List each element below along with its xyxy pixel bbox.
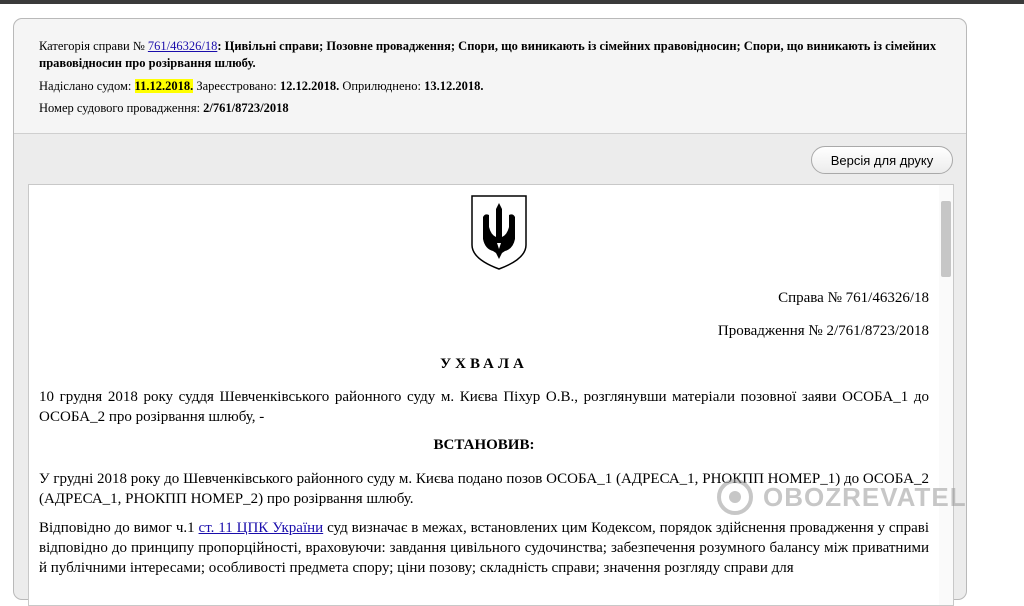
registered-label: Зареєстровано: — [196, 79, 277, 93]
case-meta: Категорія справи № 761/46326/18: Цивільн… — [14, 19, 966, 134]
cpc-article-link[interactable]: ст. 11 ЦПК України — [199, 520, 324, 536]
document-viewer[interactable]: Справа № 761/46326/18 Провадження № 2/76… — [28, 184, 954, 606]
scrollbar-thumb[interactable] — [941, 201, 951, 277]
case-number-link[interactable]: 761/46326/18 — [148, 39, 217, 53]
case-panel: Категорія справи № 761/46326/18: Цивільн… — [13, 18, 967, 606]
coat-of-arms-icon — [471, 195, 527, 270]
document-title: УХВАЛА — [440, 356, 528, 372]
proceeding-number-line: Провадження № 2/761/8723/2018 — [717, 323, 929, 339]
published-date: 13.12.2018. — [424, 79, 484, 93]
scrollbar[interactable] — [939, 185, 953, 605]
print-version-button[interactable]: Версія для друку — [811, 146, 953, 174]
paragraph-2: Відповідно до вимог ч.1 ст. 11 ЦПК Украї… — [39, 518, 929, 578]
published-label: Оприлюднено: — [342, 79, 421, 93]
registered-date: 12.12.2018. — [279, 79, 340, 93]
case-category-line: Категорія справи № 761/46326/18: Цивільн… — [39, 38, 954, 72]
category-prefix: Категорія справи № — [39, 39, 145, 53]
paragraph-2-start: Відповідно до вимог ч.1 — [39, 520, 199, 536]
proceeding-number: 2/761/8723/2018 — [203, 101, 289, 115]
proceeding-line: Номер судового провадження: 2/761/8723/2… — [39, 100, 954, 117]
case-number-line: Справа № 761/46326/18 — [778, 290, 929, 306]
top-bar — [0, 0, 1024, 4]
sent-date: 11.12.2018. — [134, 79, 194, 93]
established-heading: ВСТАНОВИВ: — [433, 437, 535, 453]
intro-paragraph: 10 грудня 2018 року суддя Шевченківськог… — [39, 389, 929, 425]
sent-label: Надіслано судом: — [39, 79, 132, 93]
dates-line: Надіслано судом: 11.12.2018. Зареєстрова… — [39, 78, 954, 95]
proceeding-label: Номер судового провадження: — [39, 101, 201, 115]
paragraph-1: У грудні 2018 року до Шевченківського ра… — [39, 471, 929, 507]
